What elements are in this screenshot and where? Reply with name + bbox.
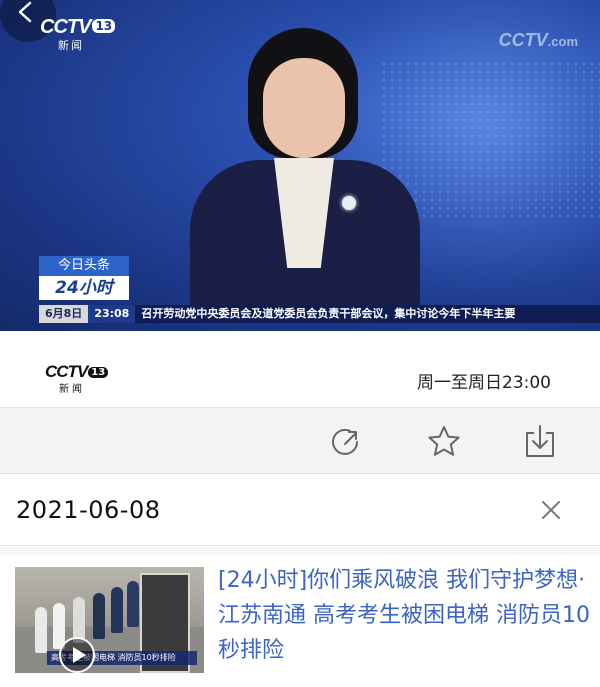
- ticker-date: 6月8日: [39, 305, 89, 323]
- ticker-time: 23:08: [88, 305, 136, 323]
- chevron-left-icon: [18, 1, 32, 23]
- channel-logo: CCTV 13 新闻: [40, 16, 116, 53]
- play-icon[interactable]: [59, 637, 95, 673]
- program-info: CCTV 13 新闻 周一至周日23:00: [0, 331, 600, 407]
- episode-thumbnail[interactable]: 高考考生被困电梯 消防员10秒排险: [15, 567, 204, 673]
- news-ticker: 6月8日 23:08 召开劳动党中央委员会及道党委员会负责干部会议，集中讨论今年下半…: [39, 305, 600, 323]
- star-icon: [428, 426, 460, 456]
- clear-date-button[interactable]: [538, 497, 564, 523]
- ticker-text: 召开劳动党中央委员会及道党委员会负责干部会议，集中讨论今年下半年主要: [141, 307, 516, 320]
- download-button[interactable]: [521, 423, 559, 461]
- date-filter: 2021-06-08: [0, 474, 600, 546]
- program-tag: 今日头条 24小时: [39, 256, 129, 300]
- news-anchor: [190, 20, 450, 320]
- watermark-logo: CCTV.com: [498, 30, 578, 50]
- list-item[interactable]: 高考考生被困电梯 消防员10秒排险 [24小时]你们乘风破浪 我们守护梦想·江苏…: [0, 555, 600, 687]
- divider: [0, 547, 600, 555]
- action-bar: [0, 407, 600, 474]
- share-icon: [332, 428, 358, 455]
- episode-title[interactable]: [24小时]你们乘风破浪 我们守护梦想·江苏南通 高考考生被困电梯 消防员10秒…: [218, 563, 590, 668]
- video-player[interactable]: CCTV 13 新闻 CCTV.com 今日头条 24小时 6月8日 23:08 召开…: [0, 0, 600, 331]
- program-logo: CCTV 13 新闻: [45, 362, 109, 395]
- selected-date[interactable]: 2021-06-08: [16, 496, 160, 524]
- favorite-button[interactable]: [425, 423, 463, 461]
- download-icon: [526, 425, 554, 457]
- close-icon: [542, 501, 560, 519]
- schedule-text: 周一至周日23:00: [417, 373, 551, 393]
- share-button[interactable]: [328, 423, 366, 461]
